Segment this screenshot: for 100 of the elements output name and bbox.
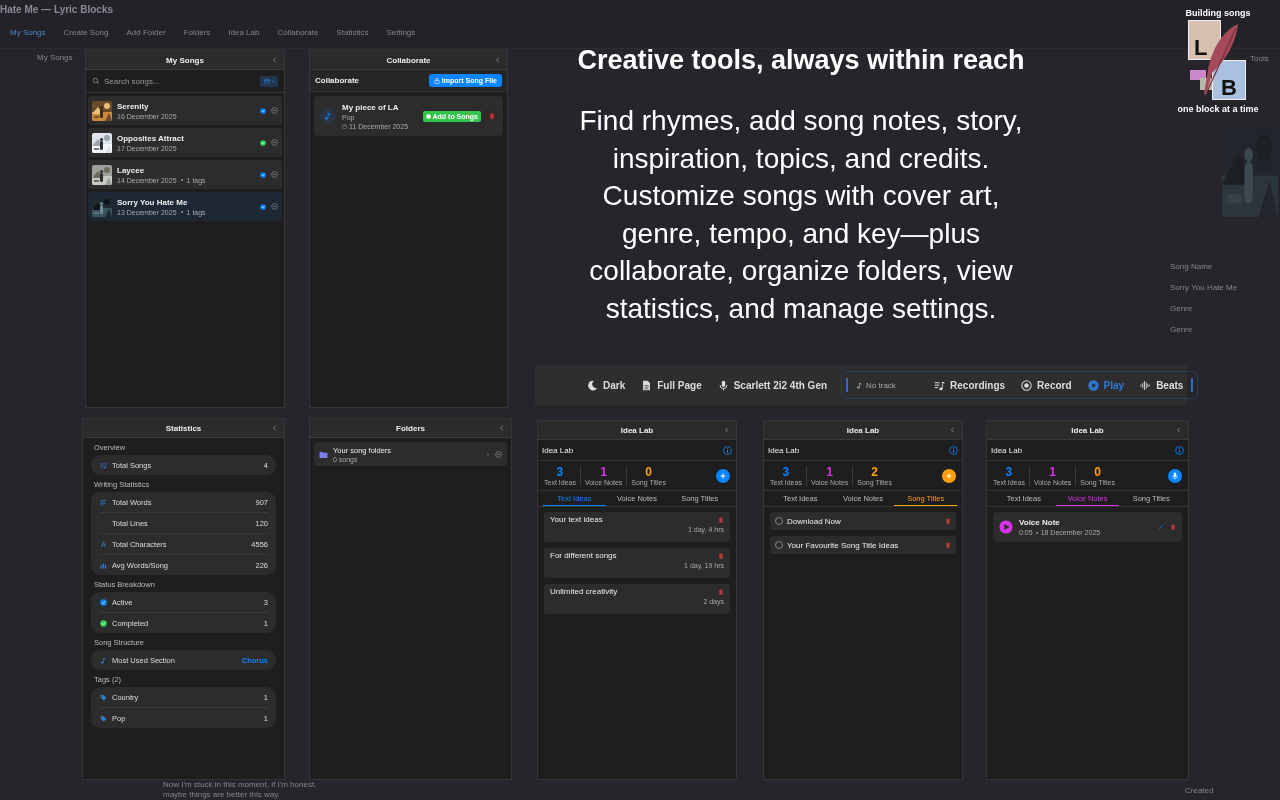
- trash-icon: [945, 542, 951, 548]
- moon-icon: [587, 379, 598, 391]
- trash-icon: [1170, 524, 1176, 530]
- plus-icon: [945, 471, 953, 480]
- detail-text: Sorry You Hate Me: [1170, 283, 1238, 292]
- nav-tab[interactable]: Add Folder: [126, 28, 166, 37]
- count-value: 1: [600, 465, 607, 479]
- song-title: Opposites Attract: [117, 133, 185, 143]
- text-lines-icon: [99, 498, 107, 506]
- bar-chart-icon: [99, 561, 107, 569]
- calendar-icon: [342, 123, 347, 129]
- panel-title: Idea Lab: [1071, 425, 1104, 435]
- microphone-icon: [1171, 471, 1179, 480]
- nav-tab[interactable]: Folders: [183, 28, 211, 37]
- song-title-idea: Download Now: [787, 516, 842, 526]
- caret-icon: [270, 79, 275, 83]
- nav-tab[interactable]: My Songs: [10, 28, 46, 37]
- playlist-icon: [934, 379, 946, 391]
- track-name: No track: [866, 380, 896, 390]
- idea-text: Your text ideas: [550, 515, 603, 524]
- document-icon: [641, 379, 653, 391]
- created-label: Created: [1185, 786, 1214, 795]
- plus-icon: [425, 113, 431, 119]
- collapse-icon[interactable]: [499, 425, 505, 431]
- detail-text: Genre: [1170, 304, 1194, 313]
- voice-note-title: Voice Note: [1019, 518, 1061, 527]
- tools-label: Tools: [1250, 54, 1269, 63]
- upload-icon: [433, 77, 440, 84]
- chevron-icon: [485, 451, 490, 457]
- toolbar-button[interactable]: Dark: [579, 379, 634, 391]
- nav-tab[interactable]: Statistics: [336, 28, 369, 37]
- toolbar-button[interactable]: Recordings: [926, 379, 1014, 391]
- radio-button[interactable]: [775, 541, 783, 549]
- music-icon: [99, 461, 107, 469]
- pencil-icon: [1158, 524, 1164, 530]
- lyric-line: Now I'm stuck in this moment, if I'm honest,: [163, 780, 317, 789]
- tag-icon: [99, 693, 107, 701]
- info-icon: [949, 445, 958, 455]
- logo-tagline: Building songs: [1185, 8, 1251, 18]
- play-icon: [1087, 379, 1099, 391]
- section-heading: Idea Lab: [542, 445, 574, 455]
- folder-icon: [319, 449, 328, 459]
- nav-tab[interactable]: Collaborate: [277, 28, 319, 37]
- remove-icon: [271, 171, 278, 178]
- collapse-icon[interactable]: [1176, 427, 1182, 433]
- music-note-icon: [856, 381, 864, 389]
- plus-icon: [719, 471, 727, 480]
- add-button[interactable]: [716, 468, 730, 483]
- headline: Creative tools, always within reach: [577, 45, 1025, 76]
- idea-text: Unlimited creativity: [550, 587, 618, 596]
- toolbar-button[interactable]: Beats: [1132, 379, 1192, 391]
- collapse-icon[interactable]: [495, 57, 501, 63]
- add-button[interactable]: [942, 468, 956, 483]
- song-title: Sorry You Hate Me: [117, 197, 189, 207]
- radio-button[interactable]: [775, 517, 783, 525]
- info-icon: [723, 445, 732, 455]
- description: Find rhymes, add song notes, story, inspiration, topics, and credits. Customize songs with cover art, genre, tempo, and key—plus collaborate, organize folders, view statistics, and manage settings.: [578, 104, 1024, 326]
- panel-title: Idea Lab: [620, 425, 654, 435]
- title-row[interactable]: Download Now: [770, 512, 956, 530]
- collapse-icon[interactable]: [950, 427, 956, 433]
- idea-text: For different songs: [550, 551, 617, 560]
- remove-icon: [495, 450, 502, 458]
- logo-block: [1190, 70, 1206, 80]
- title-row[interactable]: Your Favourite Song Title Ideas: [770, 536, 956, 554]
- collapse-icon[interactable]: [272, 425, 278, 431]
- count-value: 2: [871, 465, 878, 479]
- search-field[interactable]: Search songs...: [104, 76, 256, 86]
- toolbar-button[interactable]: Record: [1013, 379, 1080, 391]
- detail-text: Song Name: [1170, 262, 1214, 271]
- count-value: 3: [1005, 465, 1013, 479]
- nav-tab[interactable]: Settings: [386, 28, 416, 37]
- remove-icon: [271, 139, 278, 146]
- section-heading: Idea Lab: [768, 445, 800, 455]
- panel-title: Statistics: [165, 423, 202, 433]
- record-icon: [1021, 379, 1033, 391]
- logo-letter: L: [1188, 20, 1221, 60]
- toolbar-button[interactable]: Full Page: [633, 379, 710, 391]
- song-title: Laycee: [117, 165, 146, 175]
- song-title-idea: Your Favourite Song Title Ideas: [787, 540, 900, 550]
- delete-button[interactable]: [487, 111, 497, 121]
- trash-icon: [718, 588, 724, 595]
- collapse-icon[interactable]: [272, 57, 278, 63]
- section-heading: Idea Lab: [991, 445, 1023, 455]
- trash-icon: [718, 552, 724, 559]
- record-button[interactable]: [1168, 468, 1182, 483]
- toolbar-button[interactable]: Scarlett 2i2 4th Gen: [709, 379, 836, 391]
- logo-letter: B: [1212, 60, 1246, 100]
- info-icon: [1175, 445, 1184, 455]
- nav-tab[interactable]: Create Song: [63, 28, 109, 37]
- logo-tagline: one block at a time: [1177, 104, 1259, 114]
- song-title: My piece of LA: [342, 102, 400, 112]
- panel-title: Collaborate: [386, 55, 431, 65]
- collapse-icon[interactable]: [724, 427, 730, 433]
- filter-button[interactable]: [260, 75, 278, 87]
- remove-icon: [271, 107, 278, 114]
- nav-tab[interactable]: Idea Lab: [228, 28, 260, 37]
- remove-icon: [271, 203, 278, 210]
- music-note-icon: [99, 656, 107, 664]
- detail-text: Genre: [1170, 325, 1194, 334]
- calendar-icon: [263, 78, 270, 84]
